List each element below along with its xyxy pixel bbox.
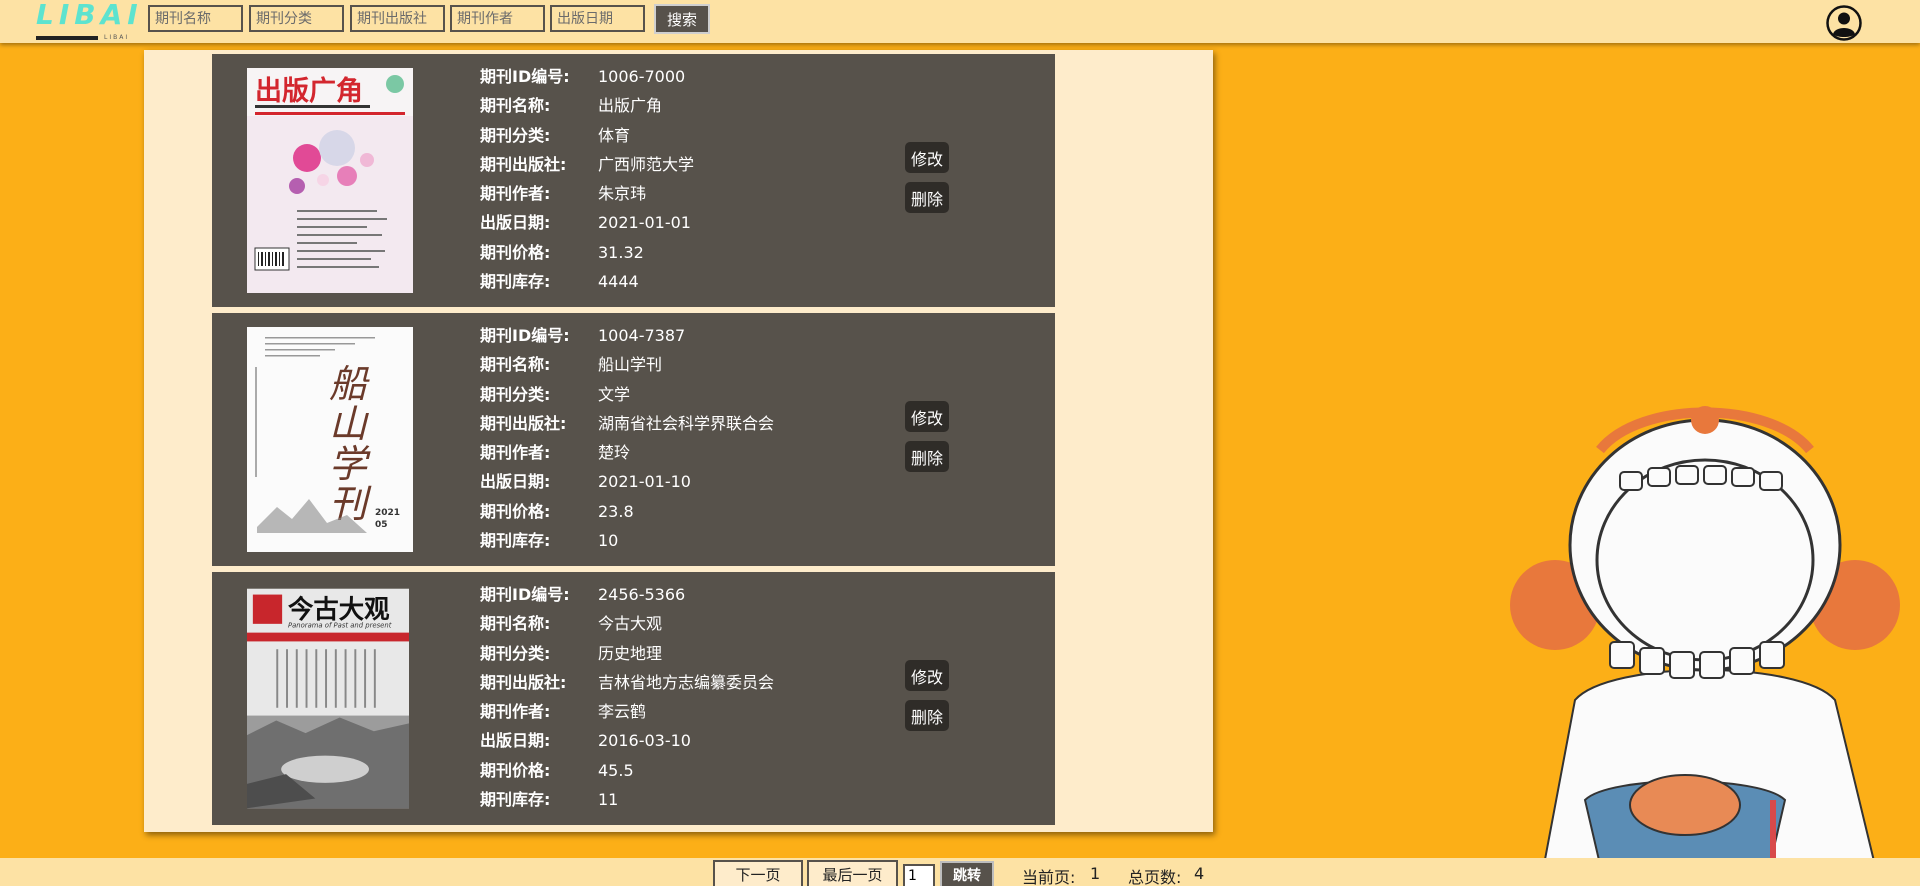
total-pages-label: 总页数: — [1128, 868, 1182, 886]
journal-author-value: 朱京玮 — [598, 184, 647, 204]
journal-card: 出版广角 期刊ID编号: 1006-7000 期刊名称: 出版广角 期刊分类: 体育 — [212, 54, 1055, 307]
price-label: 期刊价格: — [480, 501, 551, 521]
category-label: 期刊分类: — [480, 125, 551, 145]
journal-publisher-value: 广西师范大学 — [598, 154, 695, 174]
author-label: 期刊作者: — [480, 184, 551, 204]
date-label: 出版日期: — [480, 472, 551, 492]
publish-date-search-input[interactable] — [550, 5, 645, 32]
delete-button[interactable]: 删除 — [905, 441, 949, 472]
name-label: 期刊名称: — [480, 614, 551, 634]
logo-subtitle: LIBAI — [104, 34, 130, 41]
current-page-label: 当前页: — [1022, 868, 1076, 886]
journal-name-value: 今古大观 — [598, 614, 663, 634]
edit-button[interactable]: 修改 — [905, 660, 949, 691]
name-label: 期刊名称: — [480, 96, 551, 116]
total-pages-value: 4 — [1194, 864, 1205, 883]
delete-button[interactable]: 删除 — [905, 182, 949, 213]
journal-stock-value: 4444 — [598, 272, 639, 292]
journal-author-search-input[interactable] — [450, 5, 545, 32]
journal-date-value: 2021-01-01 — [598, 213, 691, 233]
last-page-button[interactable]: 最后一页 — [807, 860, 898, 886]
publisher-label: 期刊出版社: — [480, 413, 567, 433]
journal-category-value: 历史地理 — [598, 643, 663, 663]
id-label: 期刊ID编号: — [480, 585, 570, 604]
journal-card: 船 山 学 刊 2021 05 期刊ID编号: 1004-7387 期刊名称: 船山… — [212, 313, 1055, 566]
price-label: 期刊价格: — [480, 242, 551, 262]
name-label: 期刊名称: — [480, 355, 551, 375]
journal-name-value: 船山学刊 — [598, 355, 663, 375]
delete-button[interactable]: 删除 — [905, 700, 949, 731]
journal-category-value: 体育 — [598, 125, 631, 145]
stock-label: 期刊库存: — [480, 531, 551, 551]
id-label: 期刊ID编号: — [480, 326, 570, 345]
svg-text:山: 山 — [329, 402, 369, 446]
journal-author-value: 李云鹤 — [598, 702, 647, 722]
journal-stock-value: 11 — [598, 790, 619, 810]
cover-title-text: 出版广角 — [255, 75, 363, 107]
journal-publisher-value: 吉林省地方志编纂委员会 — [598, 672, 775, 692]
page-number-input[interactable] — [903, 864, 935, 886]
app-logo[interactable]: LIBAI LIBAI — [36, 0, 138, 43]
journal-date-value: 2021-01-10 — [598, 472, 691, 492]
journal-price-value: 23.8 — [598, 501, 634, 521]
journal-price-value: 31.32 — [598, 242, 644, 262]
stock-label: 期刊库存: — [480, 790, 551, 810]
current-page-value: 1 — [1090, 864, 1101, 883]
svg-text:船: 船 — [329, 362, 370, 406]
journal-id-value: 1006-7000 — [598, 67, 686, 86]
jump-button[interactable]: 跳转 — [940, 861, 994, 886]
publisher-label: 期刊出版社: — [480, 672, 567, 692]
svg-text:学: 学 — [329, 442, 371, 486]
pagination-bar: 下一页 最后一页 跳转 当前页: 1 总页数: 4 — [0, 858, 1920, 886]
top-bar: LIBAI LIBAI 搜索 — [0, 0, 1920, 43]
logo-underline — [36, 36, 98, 40]
journal-publisher-search-input[interactable] — [350, 5, 445, 32]
svg-text:05: 05 — [375, 520, 388, 530]
price-label: 期刊价格: — [480, 760, 551, 780]
date-label: 出版日期: — [480, 213, 551, 233]
journal-name-value: 出版广角 — [598, 96, 663, 116]
id-label: 期刊ID编号: — [480, 67, 570, 86]
cover-title-text: 今古大观 — [288, 594, 389, 624]
journal-cover-image: 船 山 学 刊 2021 05 — [247, 327, 413, 552]
journal-cover-image: 今古大观 Panorama of Past and present — [247, 588, 409, 809]
edit-button[interactable]: 修改 — [905, 142, 949, 173]
journal-publisher-value: 湖南省社会科学界联合会 — [598, 413, 775, 433]
user-avatar-icon[interactable] — [1826, 5, 1862, 41]
journal-date-value: 2016-03-10 — [598, 731, 691, 751]
date-label: 出版日期: — [480, 731, 551, 751]
journal-id-value: 1004-7387 — [598, 326, 686, 345]
cartoon-character-illustration — [1510, 406, 1900, 886]
journal-name-search-input[interactable] — [148, 5, 243, 32]
journal-stock-value: 10 — [598, 531, 619, 551]
next-page-button[interactable]: 下一页 — [713, 860, 803, 886]
journal-price-value: 45.5 — [598, 760, 634, 780]
category-label: 期刊分类: — [480, 643, 551, 663]
publisher-label: 期刊出版社: — [480, 154, 567, 174]
search-button[interactable]: 搜索 — [654, 4, 710, 34]
journal-cover-image: 出版广角 — [247, 68, 413, 293]
journal-category-search-input[interactable] — [249, 5, 344, 32]
svg-text:2021: 2021 — [375, 508, 400, 518]
category-label: 期刊分类: — [480, 384, 551, 404]
svg-text:Panorama of Past and present: Panorama of Past and present — [288, 622, 392, 630]
stock-label: 期刊库存: — [480, 272, 551, 292]
journal-list-panel: 出版广角 期刊ID编号: 1006-7000 期刊名称: 出版广角 期刊分类: 体育 — [144, 50, 1213, 832]
journal-category-value: 文学 — [598, 384, 631, 404]
journal-card: 今古大观 Panorama of Past and present 期刊ID编号… — [212, 572, 1055, 825]
author-label: 期刊作者: — [480, 443, 551, 463]
author-label: 期刊作者: — [480, 702, 551, 722]
edit-button[interactable]: 修改 — [905, 401, 949, 432]
journal-id-value: 2456-5366 — [598, 585, 686, 604]
logo-text: LIBAI — [36, 0, 143, 31]
journal-author-value: 楚玲 — [598, 443, 631, 463]
